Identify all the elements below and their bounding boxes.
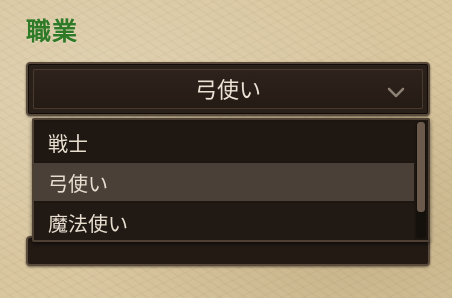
class-dropdown-list[interactable]: 戦士 弓使い 魔法使い [32,118,430,242]
scrollbar-thumb[interactable] [417,122,425,212]
option-mage[interactable]: 魔法使い [34,203,414,240]
chevron-down-icon[interactable] [386,85,406,99]
class-select-value: 弓使い [194,79,261,104]
class-select[interactable]: 弓使い [26,62,430,116]
option-archer[interactable]: 弓使い [34,163,414,201]
class-field-label: 職業 [26,17,79,46]
option-warrior[interactable]: 戦士 [34,123,414,161]
class-select-inner: 弓使い [33,69,423,109]
dropdown-scrollbar[interactable] [416,122,426,238]
